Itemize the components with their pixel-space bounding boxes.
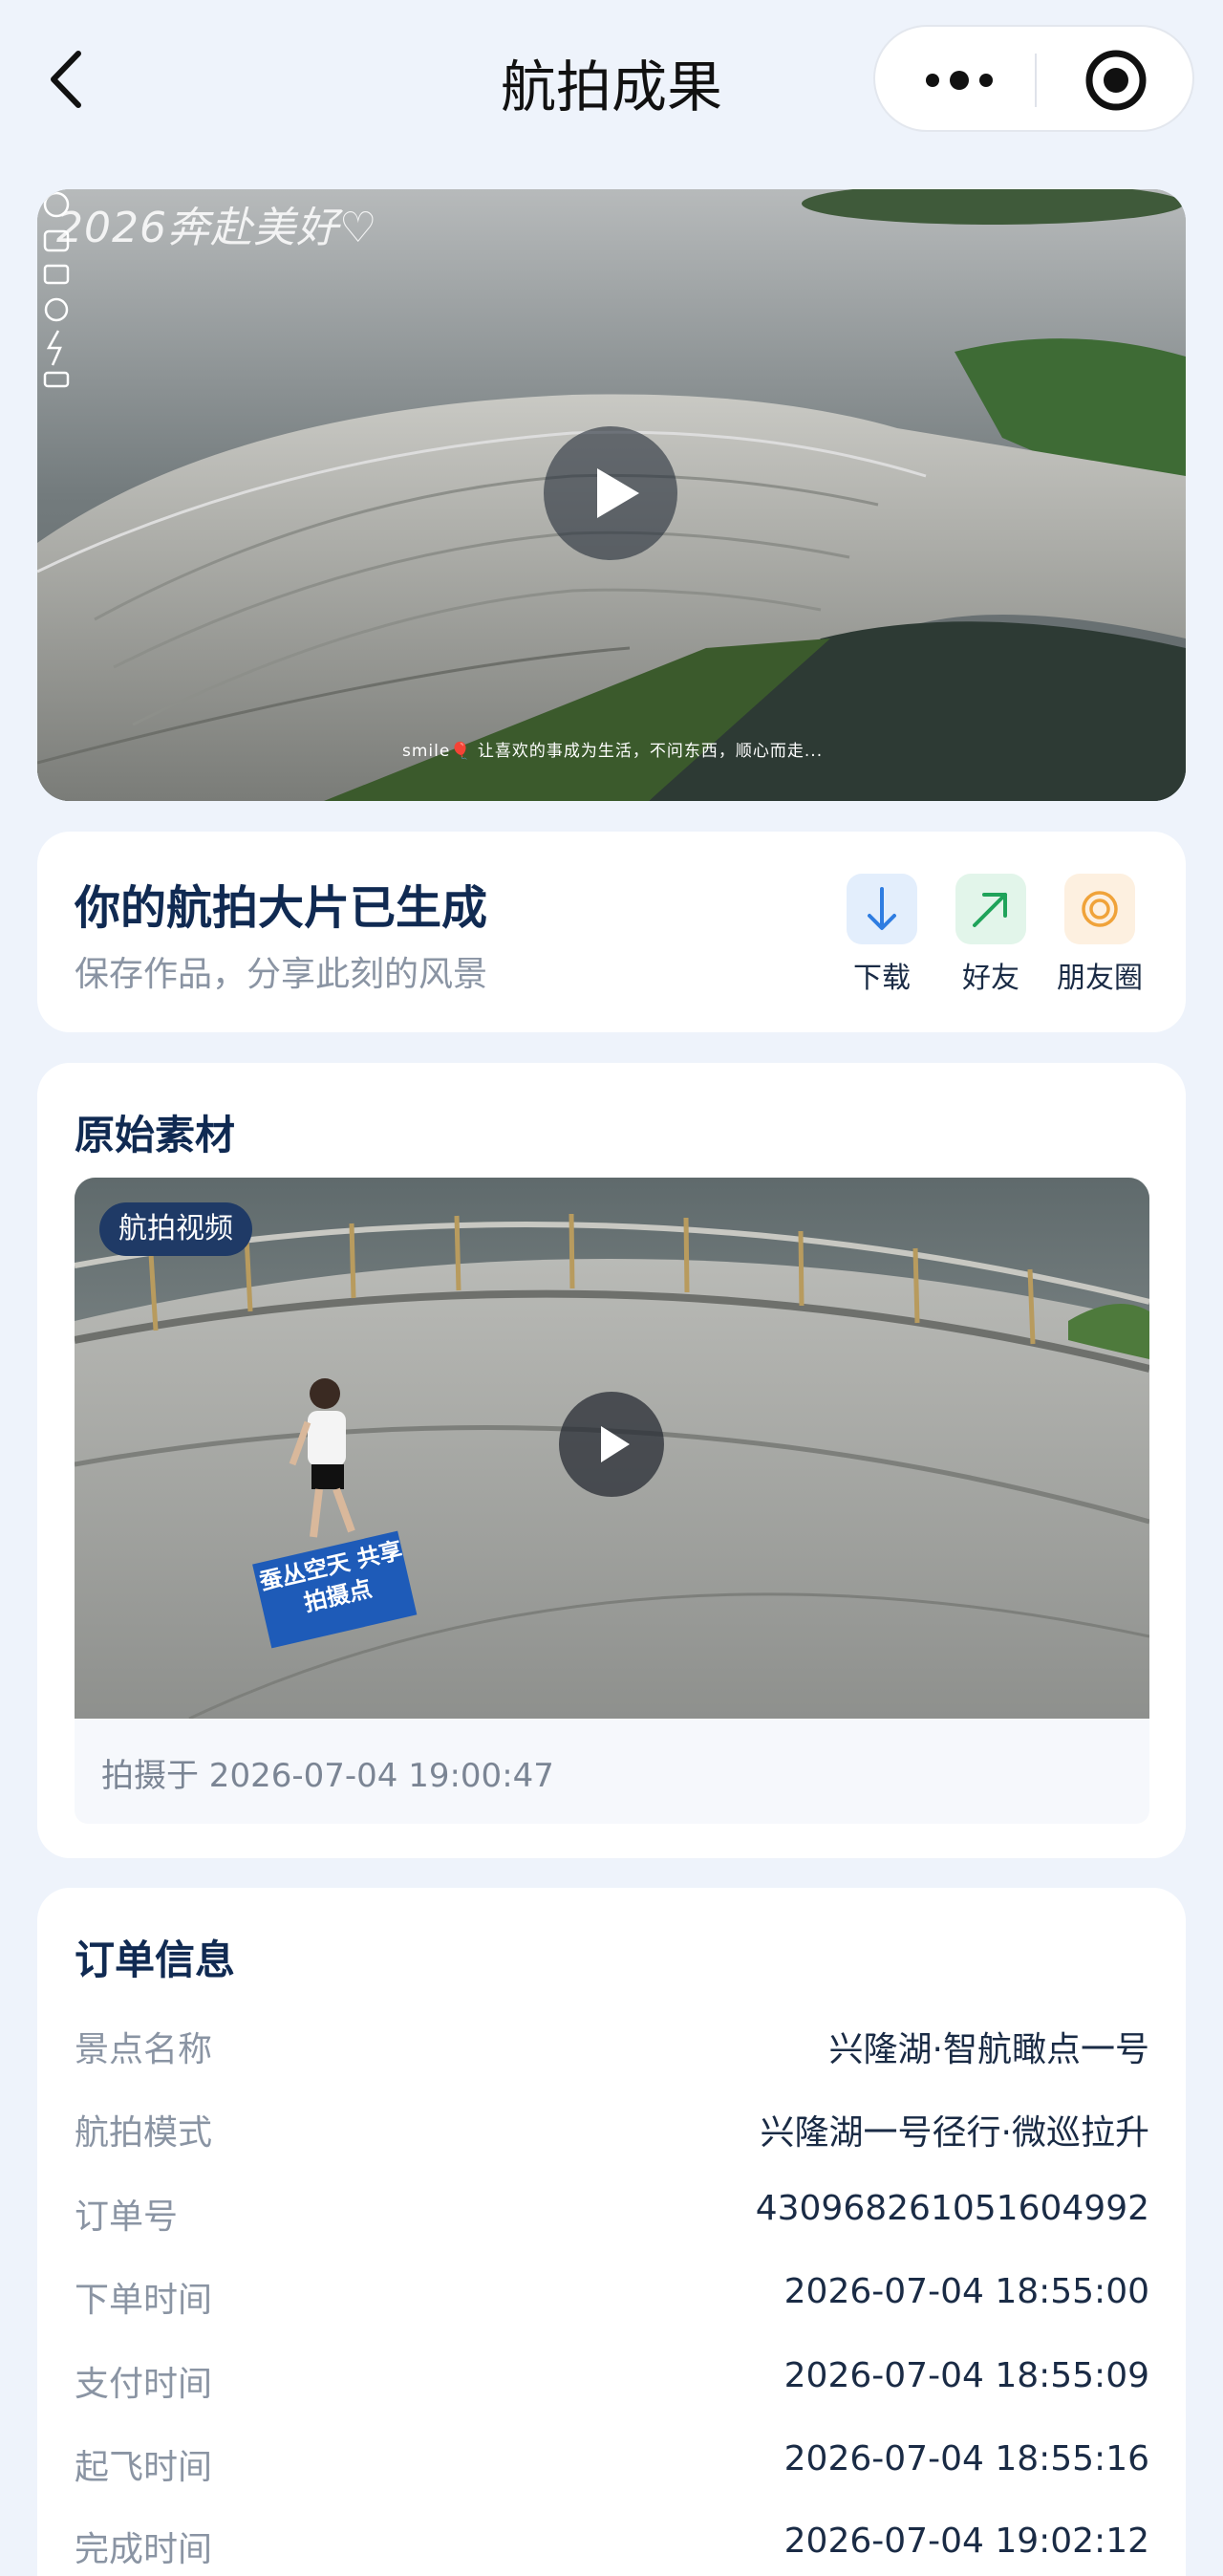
order-row-key: 景点名称	[75, 2030, 213, 2069]
mini-program-capsule	[873, 25, 1194, 132]
play-button[interactable]	[544, 426, 677, 560]
share-arrow-icon	[955, 874, 1026, 944]
shot-time-bar: 拍摄于 2026-07-04 19:00:47	[75, 1719, 1149, 1824]
order-row-value: 2026-07-04 19:02:12	[783, 2522, 1149, 2561]
order-row-key: 订单号	[75, 2197, 179, 2237]
download-button[interactable]: 下载	[825, 874, 939, 996]
order-info-card: 订单信息 景点名称 兴隆湖·智航瞰点一号 航拍模式 兴隆湖一号径行·微巡拉升 订…	[37, 1888, 1186, 2576]
raw-material-card: 原始素材 蚕丛空天 共享拍摄点 航拍视频 拍摄于 2026-07-04 19:0…	[37, 1063, 1186, 1858]
order-row-value: 2026-07-04 18:55:00	[783, 2272, 1149, 2311]
download-arrow-icon	[847, 874, 917, 944]
video-caption: smile🎈 让喜欢的事成为生活，不问东西，顺心而走...	[402, 742, 824, 761]
navigation-bar: 航拍成果	[0, 0, 1223, 162]
order-row-value: 2026-07-04 18:55:09	[783, 2356, 1149, 2395]
order-row-key: 下单时间	[75, 2281, 213, 2320]
section-title-order: 订单信息	[75, 1937, 236, 1983]
moments-circle-icon	[1064, 874, 1135, 944]
order-row-key: 起飞时间	[75, 2448, 213, 2487]
capsule-divider	[1035, 54, 1037, 107]
play-icon	[601, 1426, 630, 1462]
share-title: 你的航拍大片已生成	[75, 881, 488, 935]
order-row-key: 支付时间	[75, 2365, 213, 2404]
order-row: 订单号 430968261051604992	[75, 2189, 1149, 2246]
shot-time-text: 拍摄于 2026-07-04 19:00:47	[101, 1757, 554, 1795]
raw-video-player[interactable]: 蚕丛空天 共享拍摄点 航拍视频	[75, 1178, 1149, 1719]
share-friend-label: 好友	[962, 962, 1019, 995]
section-title-raw: 原始素材	[75, 1112, 236, 1158]
video-type-badge: 航拍视频	[99, 1202, 252, 1256]
share-friend-button[interactable]: 好友	[933, 874, 1048, 996]
order-row: 完成时间 2026-07-04 19:02:12	[75, 2522, 1149, 2576]
share-moments-button[interactable]: 朋友圈	[1042, 874, 1157, 996]
order-row-value: 430968261051604992	[755, 2189, 1149, 2228]
video-watermark: 2026奔赴美好♡	[56, 204, 378, 252]
share-moments-label: 朋友圈	[1057, 962, 1143, 995]
camera-status-icons	[43, 191, 70, 388]
order-row: 起飞时间 2026-07-04 18:55:16	[75, 2439, 1149, 2497]
more-dots-icon[interactable]	[921, 63, 998, 97]
share-subtitle: 保存作品，分享此刻的风景	[75, 955, 488, 994]
order-row: 支付时间 2026-07-04 18:55:09	[75, 2356, 1149, 2414]
order-row-value: 兴隆湖·智航瞰点一号	[828, 2030, 1149, 2069]
order-row: 航拍模式 兴隆湖一号径行·微巡拉升	[75, 2105, 1149, 2162]
order-row: 下单时间 2026-07-04 18:55:00	[75, 2272, 1149, 2329]
generated-video-player[interactable]: 2026奔赴美好♡ smile🎈 让喜欢的事成为生活，不问东西，顺心而走...	[37, 189, 1186, 801]
target-circle-icon[interactable]	[1084, 48, 1148, 113]
order-row: 景点名称 兴隆湖·智航瞰点一号	[75, 2022, 1149, 2079]
order-row-value: 兴隆湖一号径行·微巡拉升	[760, 2113, 1149, 2153]
share-card: 你的航拍大片已生成 保存作品，分享此刻的风景 下载 好友 朋友圈	[37, 832, 1186, 1032]
download-label: 下载	[853, 962, 911, 995]
play-icon	[597, 468, 639, 518]
order-row-key: 航拍模式	[75, 2113, 213, 2153]
order-row-value: 2026-07-04 18:55:16	[783, 2439, 1149, 2479]
raw-play-button[interactable]	[559, 1392, 664, 1497]
order-row-key: 完成时间	[75, 2530, 213, 2569]
